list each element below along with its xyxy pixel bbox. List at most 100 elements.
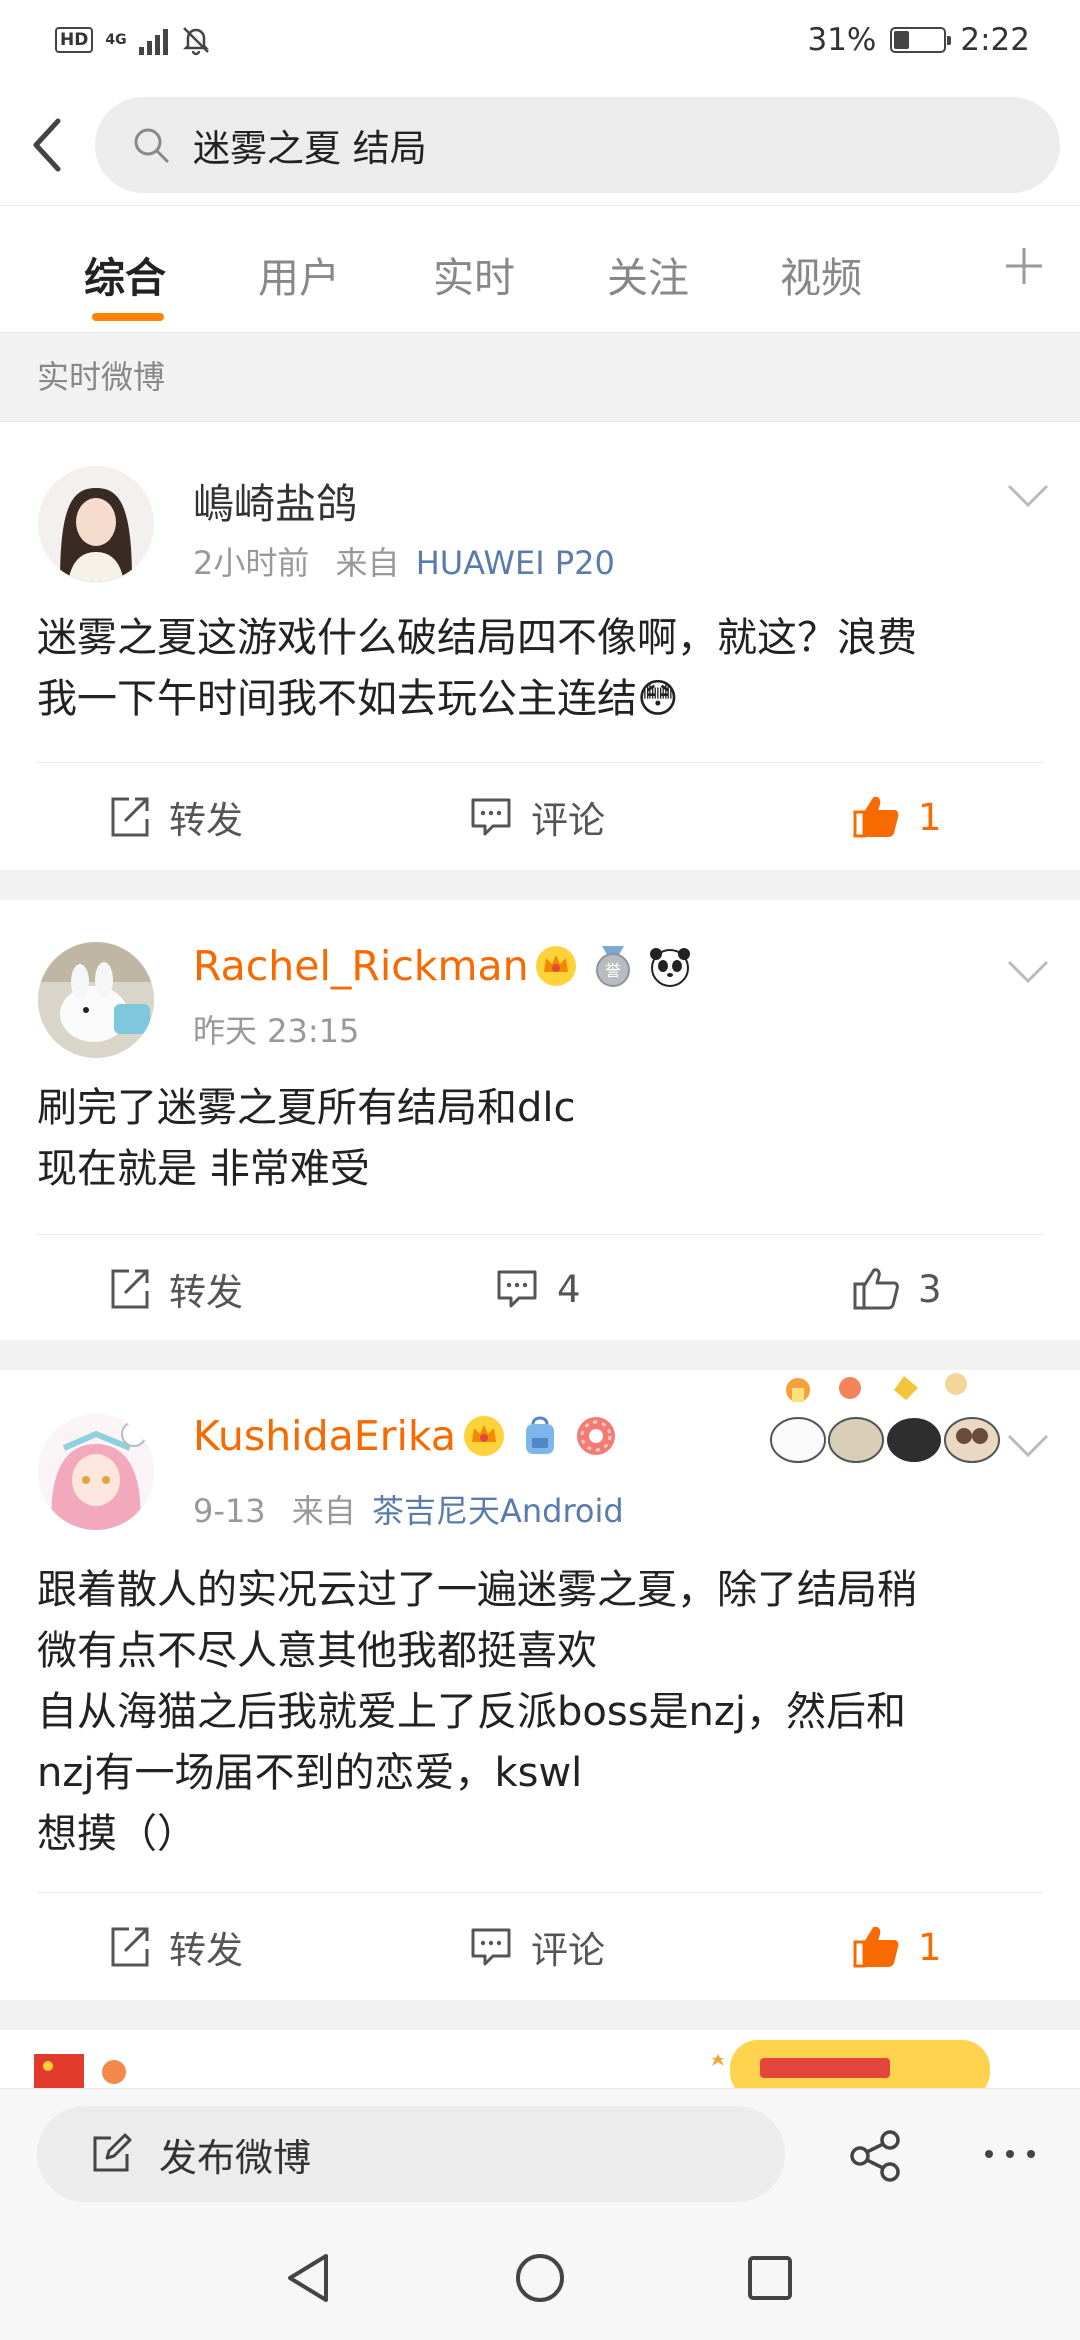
thumbs-up-icon	[853, 1268, 899, 1310]
post-text: 跟着散人的实况云过了一遍迷雾之夏，除了结局稍 微有点不尽人意其他我都挺喜欢 自从…	[37, 1560, 1043, 1865]
action-bar: 转发 评论 1	[37, 762, 1043, 870]
nav-back-icon[interactable]	[280, 2248, 340, 2308]
comment-icon	[471, 798, 511, 836]
post-card[interactable]: Rachel_Rickman 誉 昨天 23:15 刷完了迷雾之夏所有结局和dl…	[0, 900, 1080, 1340]
avatar[interactable]	[38, 1414, 154, 1530]
tab-users[interactable]: 用户	[258, 244, 340, 304]
post-meta: 9-13 来自 茶吉尼天Android	[193, 1486, 624, 1532]
vip-crown-icon[interactable]	[534, 944, 578, 988]
post-card[interactable]: KushidaErika 9-13 来自 茶吉尼天Android 跟着散人的实况…	[0, 1370, 1080, 2000]
comment-label: 评论	[531, 1929, 605, 1972]
post-text-line: nzj有一场届不到的恋爱，kswl	[37, 1750, 583, 1796]
post-text-line: 想摸（）	[37, 1811, 197, 1857]
post-source[interactable]: 茶吉尼天Android	[372, 1492, 624, 1530]
post-meta: 昨天 23:15	[193, 1006, 359, 1052]
back-button[interactable]	[0, 85, 95, 205]
separator	[0, 870, 1080, 900]
action-bar: 转发 4 3	[37, 1234, 1043, 1342]
separator	[0, 2000, 1080, 2030]
next-post-peek[interactable]	[0, 2030, 1080, 2090]
avatar[interactable]	[38, 466, 154, 582]
compose-button[interactable]: 发布微博	[37, 2106, 785, 2202]
compose-label: 发布微博	[159, 2135, 312, 2180]
tab-comprehensive[interactable]: 综合	[84, 244, 166, 304]
avatar-image	[38, 1414, 154, 1530]
medal-badge-icon[interactable]: 誉	[592, 944, 634, 988]
username[interactable]: Rachel_Rickman	[193, 942, 529, 990]
tab-realtime[interactable]: 实时	[433, 244, 515, 304]
chevron-down-icon[interactable]	[1006, 1432, 1050, 1460]
system-nav-bar	[0, 2218, 1080, 2340]
add-tab-icon[interactable]	[1004, 246, 1044, 286]
post-text-line: 现在就是 非常难受	[37, 1146, 370, 1192]
tab-video[interactable]: 视频	[780, 244, 862, 304]
like-count: 1	[918, 1925, 942, 1969]
active-tab-indicator	[92, 313, 164, 321]
cat-stickers-decoration	[770, 1373, 1000, 1463]
like-count: 3	[918, 1267, 942, 1311]
share-icon[interactable]	[848, 2129, 902, 2183]
section-label: 实时微博	[0, 332, 1080, 422]
status-right: 31% 2:22	[807, 22, 1030, 58]
repost-button[interactable]: 转发	[107, 1893, 243, 2001]
hd-indicator: HD	[55, 27, 94, 53]
avatar-image	[38, 466, 154, 582]
search-header: 迷雾之夏 结局	[0, 85, 1080, 205]
post-text: 刷完了迷雾之夏所有结局和dlc 现在就是 非常难受	[37, 1078, 1043, 1200]
chevron-down-icon[interactable]	[1006, 958, 1050, 986]
post-meta: 2小时前 来自 HUAWEI P20	[193, 538, 615, 584]
avatar[interactable]	[38, 942, 154, 1058]
vip-crown-icon[interactable]	[462, 1414, 506, 1458]
repost-label: 转发	[169, 799, 243, 842]
post-card[interactable]: 嶋崎盐鸽 2小时前 来自 HUAWEI P20 迷雾之夏这游戏什么破结局四不像啊…	[0, 422, 1080, 870]
bottom-toolbar: 发布微博	[0, 2088, 1080, 2218]
repost-button[interactable]: 转发	[107, 1235, 243, 1343]
edit-icon	[93, 2133, 132, 2172]
post-text-line: 自从海猫之后我就爱上了反派boss是nzj，然后和	[37, 1689, 907, 1735]
like-button[interactable]: 1	[852, 763, 942, 871]
like-button[interactable]: 3	[852, 1235, 942, 1343]
donut-badge-icon[interactable]	[574, 1414, 618, 1458]
comment-button[interactable]: 4	[495, 1235, 581, 1343]
post-source[interactable]: HUAWEI P20	[416, 544, 615, 582]
like-button[interactable]: 1	[852, 1893, 942, 2001]
clock: 2:22	[960, 22, 1030, 58]
separator	[0, 1340, 1080, 1370]
chevron-down-icon[interactable]	[1006, 482, 1050, 510]
battery-icon	[890, 27, 952, 53]
nav-recents-icon[interactable]	[740, 2248, 800, 2308]
more-options-button[interactable]	[985, 2139, 1035, 2169]
comment-label: 评论	[531, 799, 605, 842]
comment-button[interactable]: 评论	[469, 1893, 605, 2001]
search-query: 迷雾之夏 结局	[193, 127, 427, 170]
fan-banner-decoration	[712, 2040, 990, 2090]
action-bar: 转发 评论 1	[37, 1892, 1043, 2000]
status-left: HD 4G	[55, 24, 212, 56]
panda-badge-icon[interactable]	[648, 944, 692, 988]
search-input[interactable]: 迷雾之夏 结局	[95, 97, 1060, 193]
repost-button[interactable]: 转发	[107, 763, 243, 871]
flag-decoration	[34, 2054, 126, 2090]
username[interactable]: KushidaErika	[193, 1412, 456, 1460]
post-time: 9-13	[193, 1492, 266, 1530]
tab-following[interactable]: 关注	[607, 244, 689, 304]
thumbs-up-icon	[853, 796, 899, 838]
repost-label: 转发	[169, 1271, 243, 1314]
post-text: 迷雾之夏这游戏什么破结局四不像啊，就这？浪费 我一下午时间我不如去玩公主连结😳	[37, 608, 1043, 730]
status-bar: HD 4G 31% 2:22	[0, 0, 1080, 80]
username[interactable]: 嶋崎盐鸽	[193, 470, 357, 530]
repost-icon	[111, 1269, 149, 1309]
post-time: 昨天 23:15	[193, 1012, 360, 1050]
mute-bell-icon	[182, 27, 209, 56]
nav-home-icon[interactable]	[510, 2248, 570, 2308]
thumbs-up-icon	[853, 1926, 899, 1968]
backpack-badge-icon[interactable]	[520, 1414, 560, 1458]
comment-button[interactable]: 评论	[469, 763, 605, 871]
comment-icon	[471, 1928, 511, 1966]
user-badges	[462, 1414, 618, 1458]
post-text-line: 迷雾之夏这游戏什么破结局四不像啊，就这？浪费	[37, 615, 917, 661]
post-time: 2小时前	[193, 544, 310, 582]
repost-label: 转发	[169, 1929, 243, 1972]
avatar-image	[38, 942, 154, 1058]
post-text-line: 我一下午时间我不如去玩公主连结😳	[37, 676, 679, 722]
